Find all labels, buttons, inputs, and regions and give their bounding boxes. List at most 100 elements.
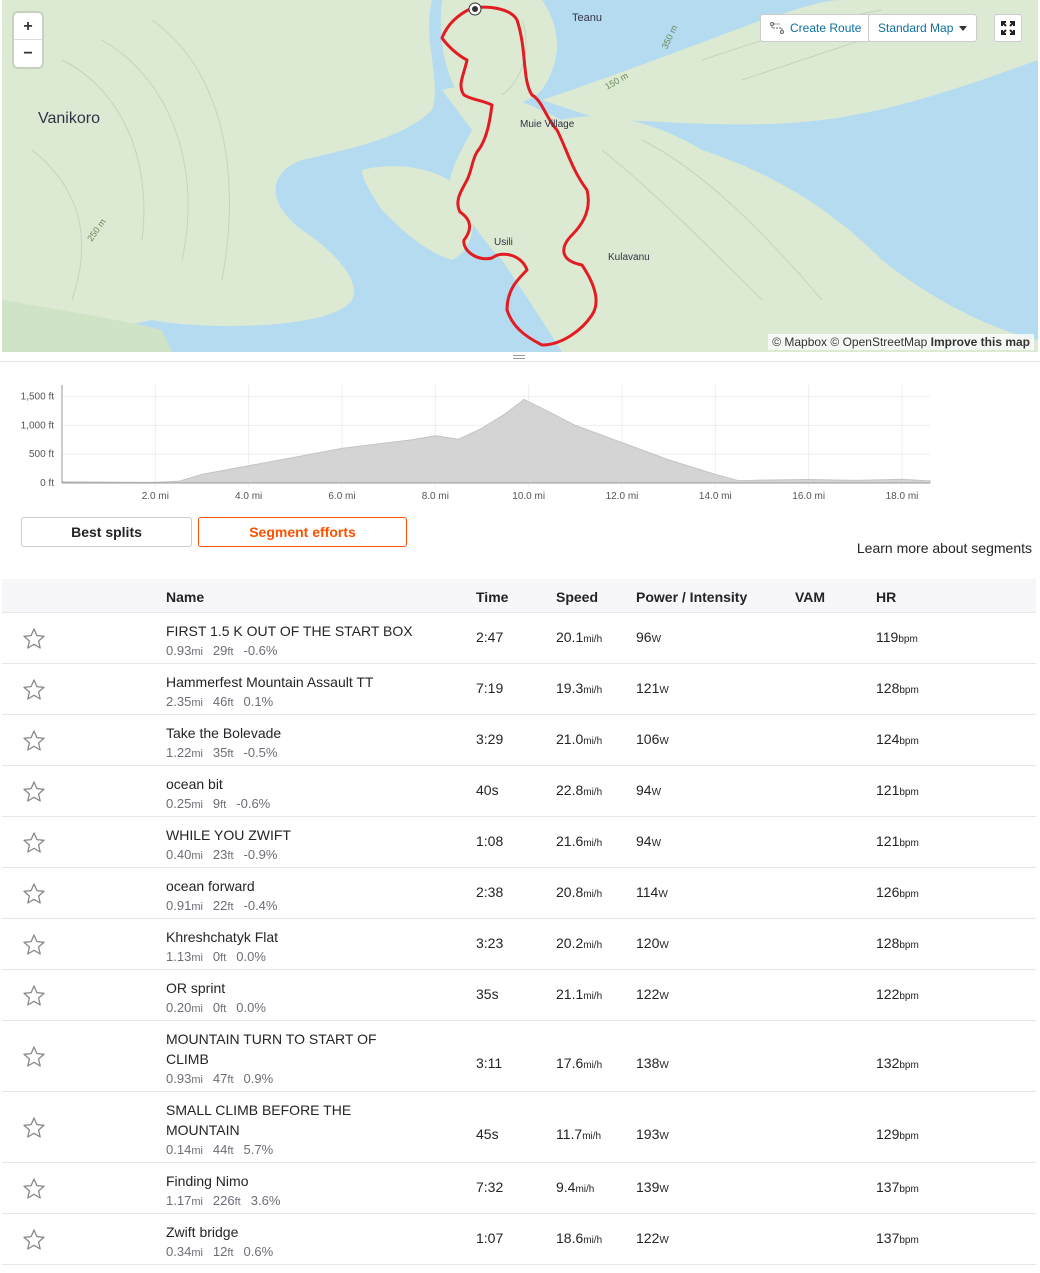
segment-name-link[interactable]: Hammerfest Mountain Assault TT <box>166 672 416 692</box>
table-row[interactable]: Hammerfest Mountain Assault TT 2.35mi 46f… <box>2 664 1036 715</box>
star-icon[interactable] <box>22 1045 46 1069</box>
resize-handle[interactable] <box>513 353 525 361</box>
header-power[interactable]: Power / Intensity <box>636 589 747 605</box>
effort-time: 7:19 <box>476 680 504 696</box>
segment-name-link[interactable]: Zwift bridge <box>166 1222 416 1242</box>
map-style-label: Standard Map <box>878 21 954 35</box>
header-vam[interactable]: VAM <box>795 589 825 605</box>
segment-stats: 0.14mi 44ft 5.7% <box>166 1140 416 1161</box>
effort-time: 3:23 <box>476 935 504 951</box>
segment-name-link[interactable]: Finding Nimo <box>166 1171 416 1191</box>
segment-grade: -0.9% <box>243 847 278 862</box>
effort-time: 3:29 <box>476 731 504 747</box>
effort-hr: 124bpm <box>876 731 919 747</box>
table-row[interactable]: OR sprint 0.20mi 0ft 0.0% 35s 21.1mi/h 122… <box>2 970 1036 1021</box>
star-icon[interactable] <box>22 1228 46 1252</box>
segment-stats: 1.17mi 226ft 3.6% <box>166 1191 416 1212</box>
star-icon[interactable] <box>22 780 46 804</box>
segment-name-link[interactable]: Take the Bolevade <box>166 723 416 743</box>
star-icon[interactable] <box>22 678 46 702</box>
segment-grade: 0.0% <box>236 1000 266 1015</box>
effort-time: 2:47 <box>476 629 504 645</box>
effort-speed: 21.1mi/h <box>556 986 603 1002</box>
effort-time: 3:11 <box>476 1055 503 1071</box>
zoom-in-button[interactable]: + <box>14 13 42 40</box>
star-icon[interactable] <box>22 1177 46 1201</box>
improve-map-link[interactable]: Improve this map <box>931 335 1030 349</box>
star-icon[interactable] <box>22 933 46 957</box>
table-row[interactable]: SMALL CLIMB BEFORE THE MOUNTAIN 0.14mi 44… <box>2 1092 1036 1163</box>
segment-name-block: SMALL CLIMB BEFORE THE MOUNTAIN 0.14mi 44… <box>166 1100 416 1161</box>
table-row[interactable]: Khreshchatyk Flat 1.13mi 0ft 0.0% 3:23 20.… <box>2 919 1036 970</box>
effort-time: 35s <box>476 986 499 1002</box>
create-route-label: Create Route <box>790 21 862 35</box>
star-icon[interactable] <box>22 984 46 1008</box>
segment-name-link[interactable]: FIRST 1.5 K OUT OF THE START BOX <box>166 621 416 641</box>
segment-grade: 3.6% <box>250 1193 281 1208</box>
segment-name-block: Finding Nimo 1.17mi 226ft 3.6% <box>166 1171 416 1212</box>
elevation-chart: 1,500 ft 1,000 ft 500 ft 0 ft 2.0 mi 4.0 mi 6… <box>21 385 931 502</box>
x-tick-label: 18.0 mi <box>886 491 919 502</box>
segment-name-link[interactable]: SMALL CLIMB BEFORE THE MOUNTAIN <box>166 1100 416 1140</box>
table-row[interactable]: WHILE YOU ZWIFT 0.40mi 23ft -0.9% 1:08 21.… <box>2 817 1036 868</box>
effort-speed: 21.6mi/h <box>556 833 603 849</box>
star-icon[interactable] <box>22 831 46 855</box>
effort-power: 94W <box>636 833 662 849</box>
segment-name-link[interactable]: MOUNTAIN TURN TO START OF CLIMB <box>166 1029 416 1069</box>
tab-best-splits[interactable]: Best splits <box>21 517 192 547</box>
expand-icon <box>1001 21 1015 35</box>
segment-grade: 0.0% <box>236 949 266 964</box>
segment-distance: 1.22mi <box>166 745 203 760</box>
segment-elevation: 35ft <box>212 745 234 760</box>
segment-stats: 0.91mi 22ft -0.4% <box>166 896 416 917</box>
segment-stats: 1.13mi 0ft 0.0% <box>166 947 416 968</box>
tab-segment-efforts[interactable]: Segment efforts <box>198 517 407 547</box>
zoom-out-button[interactable]: − <box>14 40 42 67</box>
effort-speed: 20.2mi/h <box>556 935 603 951</box>
map-label-kulavanu: Kulavanu <box>608 252 650 263</box>
star-icon[interactable] <box>22 1116 46 1140</box>
table-row[interactable]: Finding Nimo 1.17mi 226ft 3.6% 7:32 9.4mi/… <box>2 1163 1036 1214</box>
header-name[interactable]: Name <box>166 589 204 605</box>
segment-name-link[interactable]: ocean bit <box>166 774 416 794</box>
create-route-button[interactable]: Create Route <box>760 14 872 42</box>
segment-name-link[interactable]: Khreshchatyk Flat <box>166 927 416 947</box>
fullscreen-button[interactable] <box>994 14 1022 42</box>
table-row[interactable]: ocean forward 0.91mi 22ft -0.4% 2:38 20.8m… <box>2 868 1036 919</box>
route-map[interactable]: Vanikoro Teanu Muie Village Usili Kulava… <box>2 0 1038 352</box>
effort-speed: 11.7mi/h <box>556 1126 602 1142</box>
mapbox-link[interactable]: © Mapbox <box>772 335 827 349</box>
table-row[interactable]: MOUNTAIN TURN TO START OF CLIMB 0.93mi 47… <box>2 1021 1036 1092</box>
map-style-dropdown[interactable]: Standard Map <box>868 14 978 42</box>
star-icon[interactable] <box>22 729 46 753</box>
segment-name-link[interactable]: ocean forward <box>166 876 416 896</box>
segment-distance: 0.91mi <box>166 898 203 913</box>
zoom-control: + − <box>14 13 42 67</box>
segment-name-link[interactable]: OR sprint <box>166 978 416 998</box>
segment-grade: -0.5% <box>243 745 278 760</box>
table-row[interactable]: FIRST 1.5 K OUT OF THE START BOX 0.93mi 2… <box>2 613 1036 664</box>
star-icon[interactable] <box>22 882 46 906</box>
learn-more-segments-link[interactable]: Learn more about segments <box>857 540 1032 556</box>
header-speed[interactable]: Speed <box>556 589 598 605</box>
header-hr[interactable]: HR <box>876 589 896 605</box>
segment-grade: -0.6% <box>236 796 271 811</box>
segment-name-link[interactable]: WHILE YOU ZWIFT <box>166 825 416 845</box>
segment-grade: 0.1% <box>243 694 274 709</box>
table-row[interactable]: Zwift bridge 0.34mi 12ft 0.6% 1:07 18.6mi/… <box>2 1214 1036 1265</box>
x-tick-label: 12.0 mi <box>606 491 639 502</box>
segment-distance: 0.93mi <box>166 1071 203 1086</box>
segment-elevation: 22ft <box>212 898 234 913</box>
osm-link[interactable]: © OpenStreetMap <box>830 335 927 349</box>
table-row[interactable]: ocean bit 0.25mi 9ft -0.6% 40s 22.8mi/h 94… <box>2 766 1036 817</box>
segment-stats: 0.25mi 9ft -0.6% <box>166 794 416 815</box>
segment-elevation: 12ft <box>212 1244 234 1259</box>
effort-speed: 20.8mi/h <box>556 884 603 900</box>
header-time[interactable]: Time <box>476 589 508 605</box>
route-icon <box>770 22 784 34</box>
map-label-teanu: Teanu <box>572 12 602 24</box>
effort-power: 121W <box>636 680 669 696</box>
x-tick-label: 8.0 mi <box>422 491 449 502</box>
table-row[interactable]: Take the Bolevade 1.22mi 35ft -0.5% 3:29 2… <box>2 715 1036 766</box>
star-icon[interactable] <box>22 627 46 651</box>
